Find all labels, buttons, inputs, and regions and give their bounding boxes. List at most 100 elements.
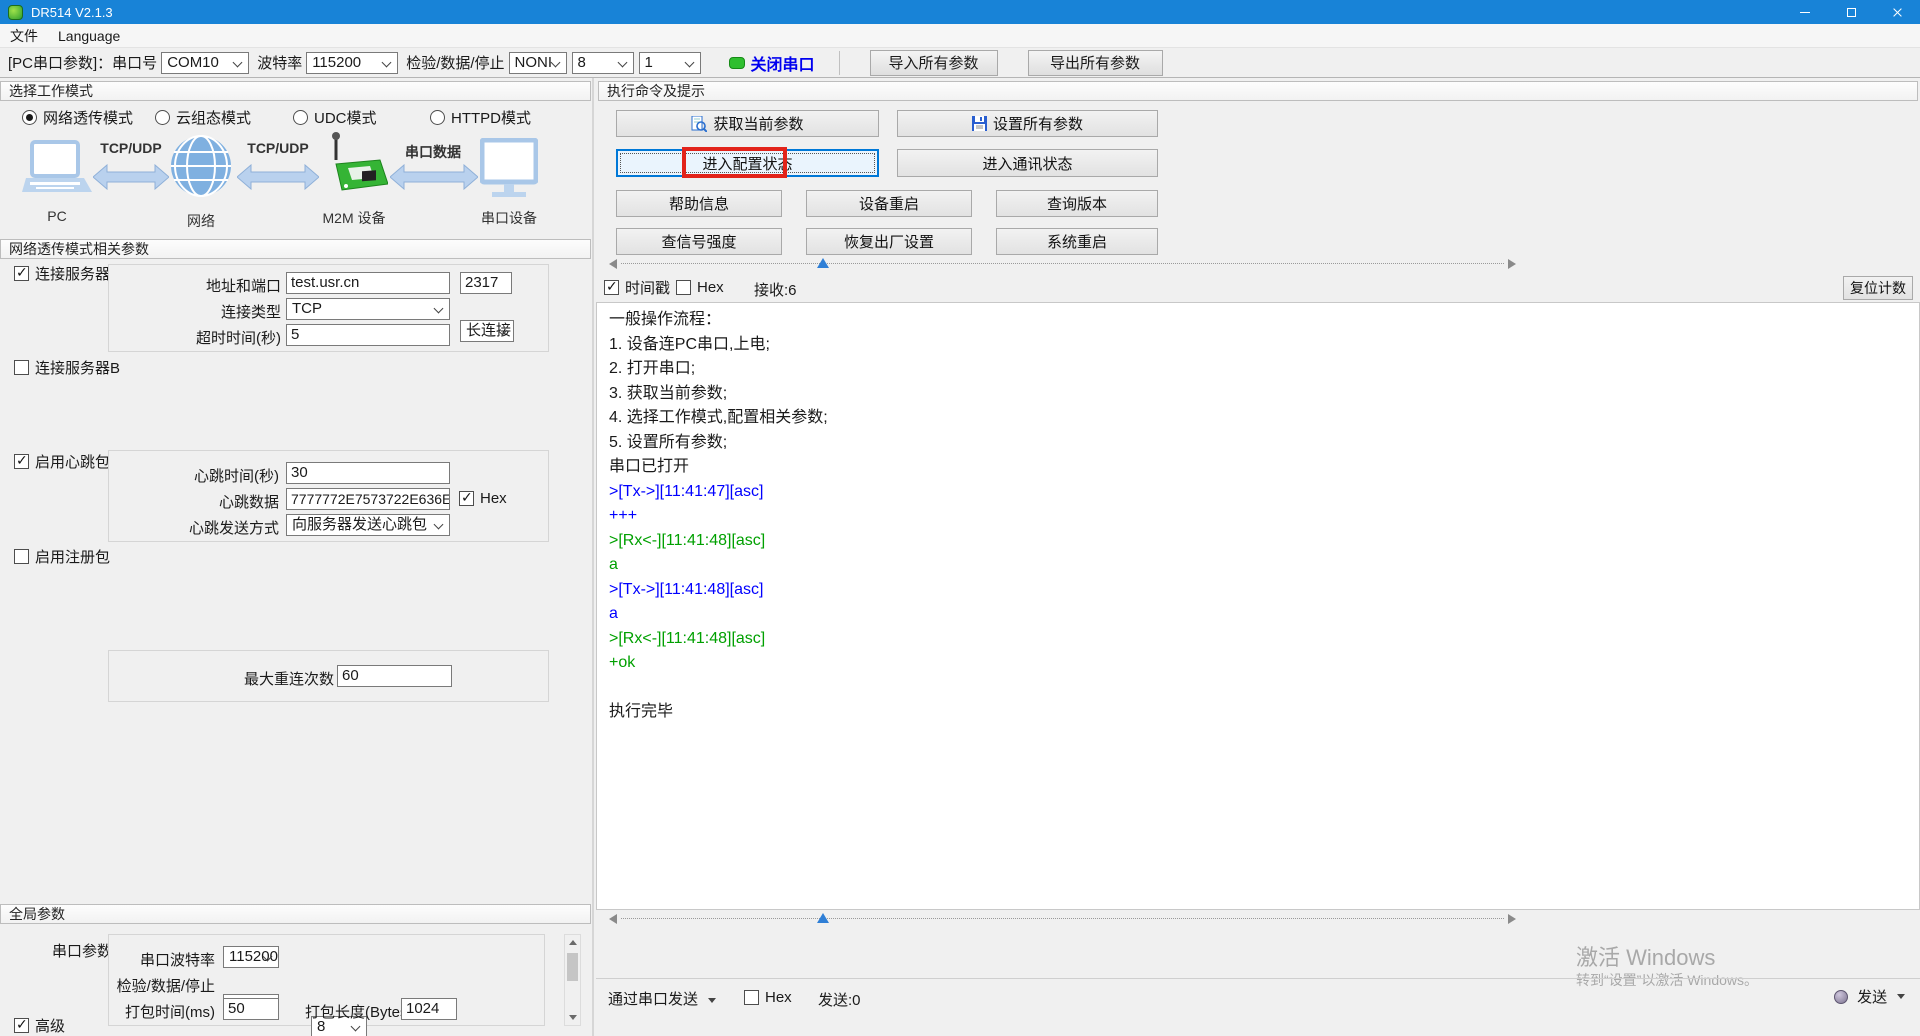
log-top-slider[interactable] bbox=[609, 258, 1516, 270]
app-icon bbox=[8, 5, 23, 20]
radio-httpd-mode[interactable]: HTTPD模式 bbox=[430, 107, 531, 128]
heartbeat-hex-row[interactable]: Hex bbox=[459, 489, 507, 507]
server-address-input[interactable]: test.usr.cn bbox=[286, 272, 450, 294]
reconnect-input[interactable]: 60 bbox=[337, 665, 452, 687]
heartbeat-data-label: 心跳数据 bbox=[109, 491, 279, 512]
close-button[interactable] bbox=[1874, 0, 1920, 24]
scroll-up-icon[interactable] bbox=[565, 935, 580, 950]
reconnect-box: 最大重连次数 60 bbox=[108, 650, 549, 702]
server-port-input[interactable]: 2317 bbox=[460, 272, 512, 294]
slider-right-arrow-icon[interactable] bbox=[1508, 914, 1516, 924]
slider-thumb[interactable] bbox=[817, 913, 829, 923]
title-bar: DR514 V2.1.3 bbox=[0, 0, 1920, 24]
minimize-icon bbox=[1800, 12, 1810, 13]
radio-cloud-scada[interactable]: 云组态模式 bbox=[155, 107, 251, 128]
log-line: a bbox=[609, 553, 1919, 578]
conn-type-select[interactable]: TCP bbox=[286, 298, 450, 320]
heartbeat-checkbox[interactable] bbox=[14, 454, 29, 469]
server-a-checkbox[interactable] bbox=[14, 266, 29, 281]
serial-node-label: 串口设备 bbox=[478, 208, 540, 228]
slider-left-arrow-icon[interactable] bbox=[609, 914, 617, 924]
radio-icon bbox=[293, 110, 308, 125]
timestamp-checkbox[interactable] bbox=[604, 280, 619, 295]
log-hex-checkbox[interactable] bbox=[676, 280, 691, 295]
server-b-checkbox[interactable] bbox=[14, 360, 29, 375]
com-port-select[interactable]: COM10 bbox=[161, 52, 249, 74]
slider-left-arrow-icon[interactable] bbox=[609, 259, 617, 269]
server-b-checkbox-row[interactable]: 连接服务器B bbox=[14, 358, 120, 376]
help-button[interactable]: 帮助信息 bbox=[616, 190, 782, 217]
slider-track bbox=[621, 918, 1504, 919]
factory-reset-button[interactable]: 恢复出厂设置 bbox=[806, 228, 972, 255]
register-checkbox-row[interactable]: 启用注册包 bbox=[14, 547, 110, 565]
baud-label: 波特率 bbox=[257, 52, 302, 73]
timestamp-checkbox-row[interactable]: 时间戳 bbox=[604, 278, 670, 296]
heartbeat-data-input[interactable]: 7777772E7573722E636E bbox=[286, 488, 450, 510]
export-params-button[interactable]: 导出所有参数 bbox=[1028, 50, 1163, 76]
heartbeat-mode-select[interactable]: 向服务器发送心跳包 bbox=[286, 514, 450, 536]
send-hex-checkbox-row[interactable]: Hex bbox=[744, 988, 792, 1006]
send-hex-checkbox[interactable] bbox=[744, 990, 759, 1005]
radio-net-transparent[interactable]: 网络透传模式 bbox=[22, 107, 133, 128]
log-area[interactable]: 一般操作流程：1. 设备连PC串口,上电;2. 打开串口;3. 获取当前参数;4… bbox=[596, 302, 1920, 910]
toolbar-separator bbox=[839, 51, 840, 75]
system-reboot-button[interactable]: 系统重启 bbox=[996, 228, 1158, 255]
menu-file[interactable]: 文件 bbox=[0, 26, 48, 46]
slider-thumb[interactable] bbox=[817, 258, 829, 268]
pack-time-label: 打包时间(ms) bbox=[109, 1001, 215, 1022]
query-signal-button[interactable]: 查信号强度 bbox=[616, 228, 782, 255]
send-icon bbox=[1834, 990, 1848, 1004]
import-params-button[interactable]: 导入所有参数 bbox=[870, 50, 998, 76]
menu-language[interactable]: Language bbox=[48, 28, 130, 44]
send-button[interactable]: 发送 bbox=[1834, 986, 1905, 1007]
reset-count-button[interactable]: 复位计数 bbox=[1843, 276, 1913, 300]
set-params-label: 设置所有参数 bbox=[993, 113, 1083, 134]
heartbeat-checkbox-row[interactable]: 启用心跳包 bbox=[14, 452, 110, 470]
log-bottom-slider[interactable] bbox=[609, 913, 1516, 925]
left-panel-scrollbar[interactable] bbox=[564, 934, 581, 1026]
radio-icon bbox=[155, 110, 170, 125]
radio-icon bbox=[430, 110, 445, 125]
advanced-checkbox[interactable] bbox=[14, 1018, 29, 1033]
query-version-label: 查询版本 bbox=[1047, 193, 1107, 214]
stopbits-select[interactable]: 1 bbox=[639, 52, 701, 74]
send-bar-divider bbox=[596, 978, 1920, 979]
get-params-button[interactable]: 获取当前参数 bbox=[616, 110, 879, 137]
maximize-button[interactable] bbox=[1828, 0, 1874, 24]
log-line: 5. 设置所有参数; bbox=[609, 431, 1919, 456]
radio-udc-mode[interactable]: UDC模式 bbox=[293, 107, 377, 128]
close-port-button[interactable]: 关闭串口 bbox=[751, 51, 815, 75]
timeout-input[interactable]: 5 bbox=[286, 324, 450, 346]
enter-config-button[interactable]: 进入配置状态 bbox=[616, 149, 879, 177]
global-baud-select[interactable]: 115200 bbox=[223, 946, 279, 968]
reboot-device-button[interactable]: 设备重启 bbox=[806, 190, 972, 217]
minimize-button[interactable] bbox=[1782, 0, 1828, 24]
databits-select[interactable]: 8 bbox=[572, 52, 634, 74]
get-params-icon bbox=[691, 116, 707, 132]
scrollbar-thumb[interactable] bbox=[567, 953, 578, 981]
heartbeat-hex-checkbox[interactable] bbox=[459, 491, 474, 506]
reset-count-label: 复位计数 bbox=[1850, 278, 1906, 298]
register-checkbox[interactable] bbox=[14, 549, 29, 564]
chevron-down-icon bbox=[1897, 994, 1905, 999]
parity-select[interactable]: NONI bbox=[509, 52, 567, 74]
heartbeat-time-input[interactable]: 30 bbox=[286, 462, 450, 484]
slider-right-arrow-icon[interactable] bbox=[1508, 259, 1516, 269]
query-version-button[interactable]: 查询版本 bbox=[996, 190, 1158, 217]
baud-select[interactable]: 115200 bbox=[306, 52, 398, 74]
send-mode-dropdown[interactable]: 通过串口发送 bbox=[608, 988, 716, 1009]
enter-comm-button[interactable]: 进入通讯状态 bbox=[897, 149, 1158, 177]
panel-divider bbox=[592, 78, 594, 1036]
scroll-down-icon[interactable] bbox=[565, 1010, 580, 1025]
set-params-button[interactable]: 设置所有参数 bbox=[897, 110, 1158, 137]
advanced-checkbox-row[interactable]: 高级 bbox=[14, 1016, 65, 1034]
heartbeat-hex-label: Hex bbox=[480, 490, 507, 507]
global-params-group-header: 全局参数 bbox=[0, 904, 591, 924]
server-a-checkbox-row[interactable]: 连接服务器A bbox=[14, 264, 120, 282]
log-hex-checkbox-row[interactable]: Hex bbox=[676, 278, 724, 296]
log-line: >[Rx<-][11:41:48][asc] bbox=[609, 627, 1919, 652]
set-params-icon bbox=[972, 116, 987, 131]
pack-len-input[interactable]: 1024 bbox=[401, 998, 457, 1020]
pack-time-input[interactable]: 50 bbox=[223, 998, 279, 1020]
conn-mode-select[interactable]: 长连接 bbox=[460, 320, 514, 342]
